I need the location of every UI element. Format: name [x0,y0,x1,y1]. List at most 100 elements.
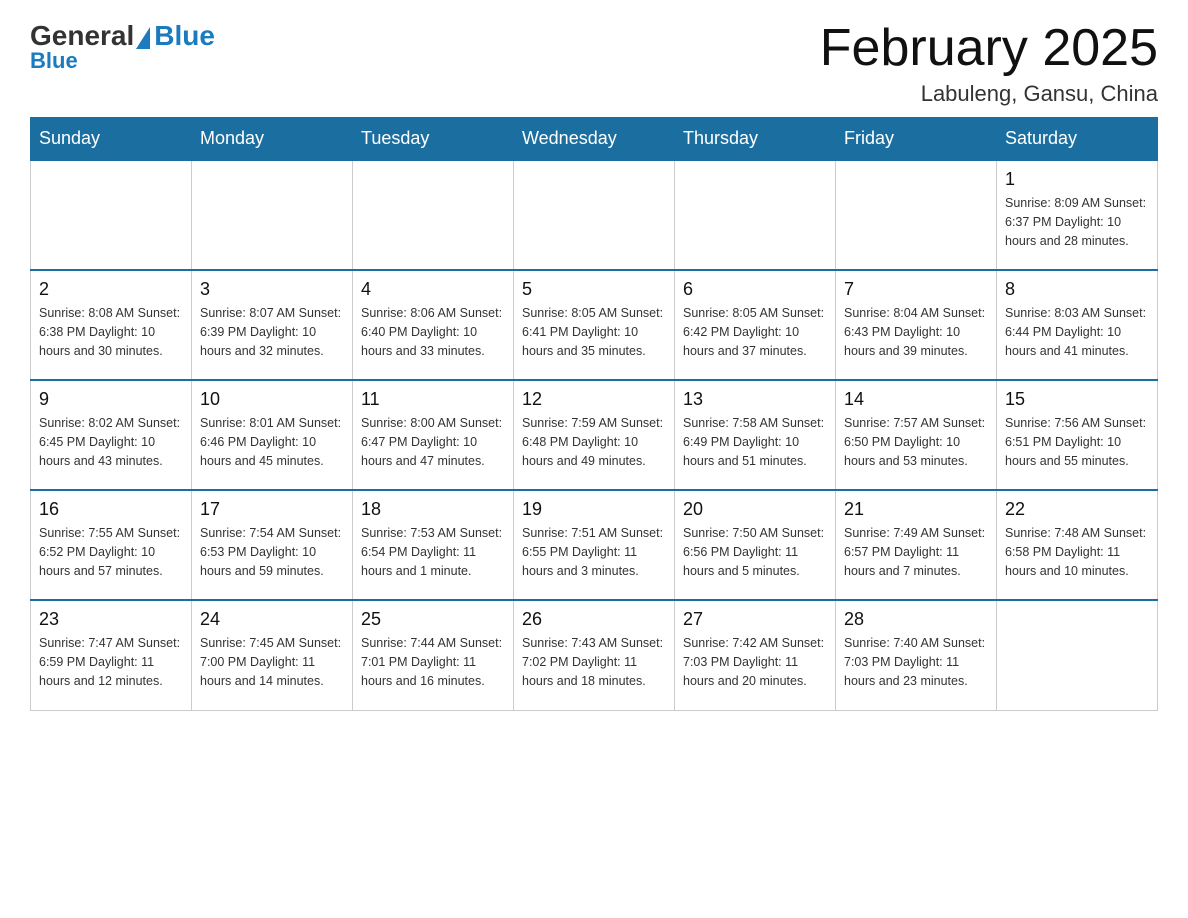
calendar-header: Sunday Monday Tuesday Wednesday Thursday… [31,118,1158,161]
day-number: 22 [1005,499,1149,520]
day-info: Sunrise: 7:49 AM Sunset: 6:57 PM Dayligh… [844,524,988,580]
day-info: Sunrise: 7:59 AM Sunset: 6:48 PM Dayligh… [522,414,666,470]
calendar-cell: 9 Sunrise: 8:02 AM Sunset: 6:45 PM Daylig… [31,380,192,490]
day-number: 20 [683,499,827,520]
calendar-cell: 8Sunrise: 8:03 AM Sunset: 6:44 PM Daylig… [997,270,1158,380]
calendar-cell: 13 Sunrise: 7:58 AM Sunset: 6:49 PM Dayli… [675,380,836,490]
location-title: Labuleng, Gansu, China [820,81,1158,107]
header-sunday: Sunday [31,118,192,161]
calendar-cell: 11 Sunrise: 8:00 AM Sunset: 6:47 PM Dayli… [353,380,514,490]
day-number: 16 [39,499,183,520]
day-number: 6 [683,279,827,300]
header-wednesday: Wednesday [514,118,675,161]
header-tuesday: Tuesday [353,118,514,161]
logo-triangle-icon [136,27,150,49]
day-number: 11 [361,389,505,410]
day-info: Sunrise: 7:45 AM Sunset: 7:00 PM Dayligh… [200,634,344,690]
calendar-cell: 23 Sunrise: 7:47 AM Sunset: 6:59 PM Dayli… [31,600,192,710]
calendar-cell: 14 Sunrise: 7:57 AM Sunset: 6:50 PM Dayli… [836,380,997,490]
day-number: 5 [522,279,666,300]
day-number: 14 [844,389,988,410]
logo-blue-text: Blue [154,20,215,52]
calendar-cell: 4 Sunrise: 8:06 AM Sunset: 6:40 PM Daylig… [353,270,514,380]
header-thursday: Thursday [675,118,836,161]
calendar-cell: 18 Sunrise: 7:53 AM Sunset: 6:54 PM Dayli… [353,490,514,600]
day-info: Sunrise: 7:56 AM Sunset: 6:51 PM Dayligh… [1005,414,1149,470]
week-row-1: 2Sunrise: 8:08 AM Sunset: 6:38 PM Daylig… [31,270,1158,380]
calendar-cell: 22 Sunrise: 7:48 AM Sunset: 6:58 PM Dayli… [997,490,1158,600]
day-number: 18 [361,499,505,520]
calendar-cell: 5 Sunrise: 8:05 AM Sunset: 6:41 PM Daylig… [514,270,675,380]
day-number: 24 [200,609,344,630]
day-info: Sunrise: 8:04 AM Sunset: 6:43 PM Dayligh… [844,304,988,360]
calendar-cell: 21 Sunrise: 7:49 AM Sunset: 6:57 PM Dayli… [836,490,997,600]
calendar-cell: 1Sunrise: 8:09 AM Sunset: 6:37 PM Daylig… [997,160,1158,270]
day-info: Sunrise: 8:00 AM Sunset: 6:47 PM Dayligh… [361,414,505,470]
day-info: Sunrise: 7:44 AM Sunset: 7:01 PM Dayligh… [361,634,505,690]
calendar-cell: 2Sunrise: 8:08 AM Sunset: 6:38 PM Daylig… [31,270,192,380]
day-info: Sunrise: 7:53 AM Sunset: 6:54 PM Dayligh… [361,524,505,580]
calendar-cell [997,600,1158,710]
day-info: Sunrise: 7:48 AM Sunset: 6:58 PM Dayligh… [1005,524,1149,580]
calendar-cell: 24 Sunrise: 7:45 AM Sunset: 7:00 PM Dayli… [192,600,353,710]
day-number: 17 [200,499,344,520]
day-info: Sunrise: 8:01 AM Sunset: 6:46 PM Dayligh… [200,414,344,470]
day-number: 28 [844,609,988,630]
day-number: 27 [683,609,827,630]
calendar-cell: 25 Sunrise: 7:44 AM Sunset: 7:01 PM Dayli… [353,600,514,710]
day-number: 21 [844,499,988,520]
day-info: Sunrise: 7:42 AM Sunset: 7:03 PM Dayligh… [683,634,827,690]
calendar-cell: 20 Sunrise: 7:50 AM Sunset: 6:56 PM Dayli… [675,490,836,600]
day-info: Sunrise: 8:08 AM Sunset: 6:38 PM Dayligh… [39,304,183,360]
calendar-cell: 7 Sunrise: 8:04 AM Sunset: 6:43 PM Daylig… [836,270,997,380]
day-number: 13 [683,389,827,410]
day-info: Sunrise: 8:05 AM Sunset: 6:41 PM Dayligh… [522,304,666,360]
calendar-cell: 17Sunrise: 7:54 AM Sunset: 6:53 PM Dayli… [192,490,353,600]
day-info: Sunrise: 7:51 AM Sunset: 6:55 PM Dayligh… [522,524,666,580]
day-info: Sunrise: 8:06 AM Sunset: 6:40 PM Dayligh… [361,304,505,360]
calendar-cell [675,160,836,270]
day-info: Sunrise: 7:58 AM Sunset: 6:49 PM Dayligh… [683,414,827,470]
day-info: Sunrise: 8:05 AM Sunset: 6:42 PM Dayligh… [683,304,827,360]
title-section: February 2025 Labuleng, Gansu, China [820,20,1158,107]
page-header: General Blue Blue February 2025 Labuleng… [30,20,1158,107]
day-number: 3 [200,279,344,300]
day-info: Sunrise: 7:55 AM Sunset: 6:52 PM Dayligh… [39,524,183,580]
day-number: 12 [522,389,666,410]
month-title: February 2025 [820,20,1158,77]
calendar-cell: 6 Sunrise: 8:05 AM Sunset: 6:42 PM Daylig… [675,270,836,380]
day-info: Sunrise: 8:03 AM Sunset: 6:44 PM Dayligh… [1005,304,1149,360]
calendar-cell: 3 Sunrise: 8:07 AM Sunset: 6:39 PM Daylig… [192,270,353,380]
header-saturday: Saturday [997,118,1158,161]
week-row-2: 9 Sunrise: 8:02 AM Sunset: 6:45 PM Daylig… [31,380,1158,490]
calendar-cell: 16 Sunrise: 7:55 AM Sunset: 6:52 PM Dayli… [31,490,192,600]
week-row-4: 23 Sunrise: 7:47 AM Sunset: 6:59 PM Dayli… [31,600,1158,710]
calendar-cell [31,160,192,270]
day-info: Sunrise: 7:50 AM Sunset: 6:56 PM Dayligh… [683,524,827,580]
day-number: 19 [522,499,666,520]
day-info: Sunrise: 8:02 AM Sunset: 6:45 PM Dayligh… [39,414,183,470]
day-number: 23 [39,609,183,630]
calendar-cell: 27 Sunrise: 7:42 AM Sunset: 7:03 PM Dayli… [675,600,836,710]
logo: General Blue Blue [30,20,215,74]
day-number: 7 [844,279,988,300]
header-friday: Friday [836,118,997,161]
calendar-body: 1Sunrise: 8:09 AM Sunset: 6:37 PM Daylig… [31,160,1158,710]
day-info: Sunrise: 7:57 AM Sunset: 6:50 PM Dayligh… [844,414,988,470]
week-row-0: 1Sunrise: 8:09 AM Sunset: 6:37 PM Daylig… [31,160,1158,270]
header-monday: Monday [192,118,353,161]
calendar-cell: 26Sunrise: 7:43 AM Sunset: 7:02 PM Dayli… [514,600,675,710]
calendar-cell: 19 Sunrise: 7:51 AM Sunset: 6:55 PM Dayli… [514,490,675,600]
day-info: Sunrise: 7:43 AM Sunset: 7:02 PM Dayligh… [522,634,666,690]
day-info: Sunrise: 8:07 AM Sunset: 6:39 PM Dayligh… [200,304,344,360]
day-number: 15 [1005,389,1149,410]
day-number: 10 [200,389,344,410]
day-number: 9 [39,389,183,410]
day-number: 4 [361,279,505,300]
calendar-cell [836,160,997,270]
calendar-cell: 28Sunrise: 7:40 AM Sunset: 7:03 PM Dayli… [836,600,997,710]
header-row: Sunday Monday Tuesday Wednesday Thursday… [31,118,1158,161]
day-number: 1 [1005,169,1149,190]
day-number: 25 [361,609,505,630]
day-info: Sunrise: 7:47 AM Sunset: 6:59 PM Dayligh… [39,634,183,690]
